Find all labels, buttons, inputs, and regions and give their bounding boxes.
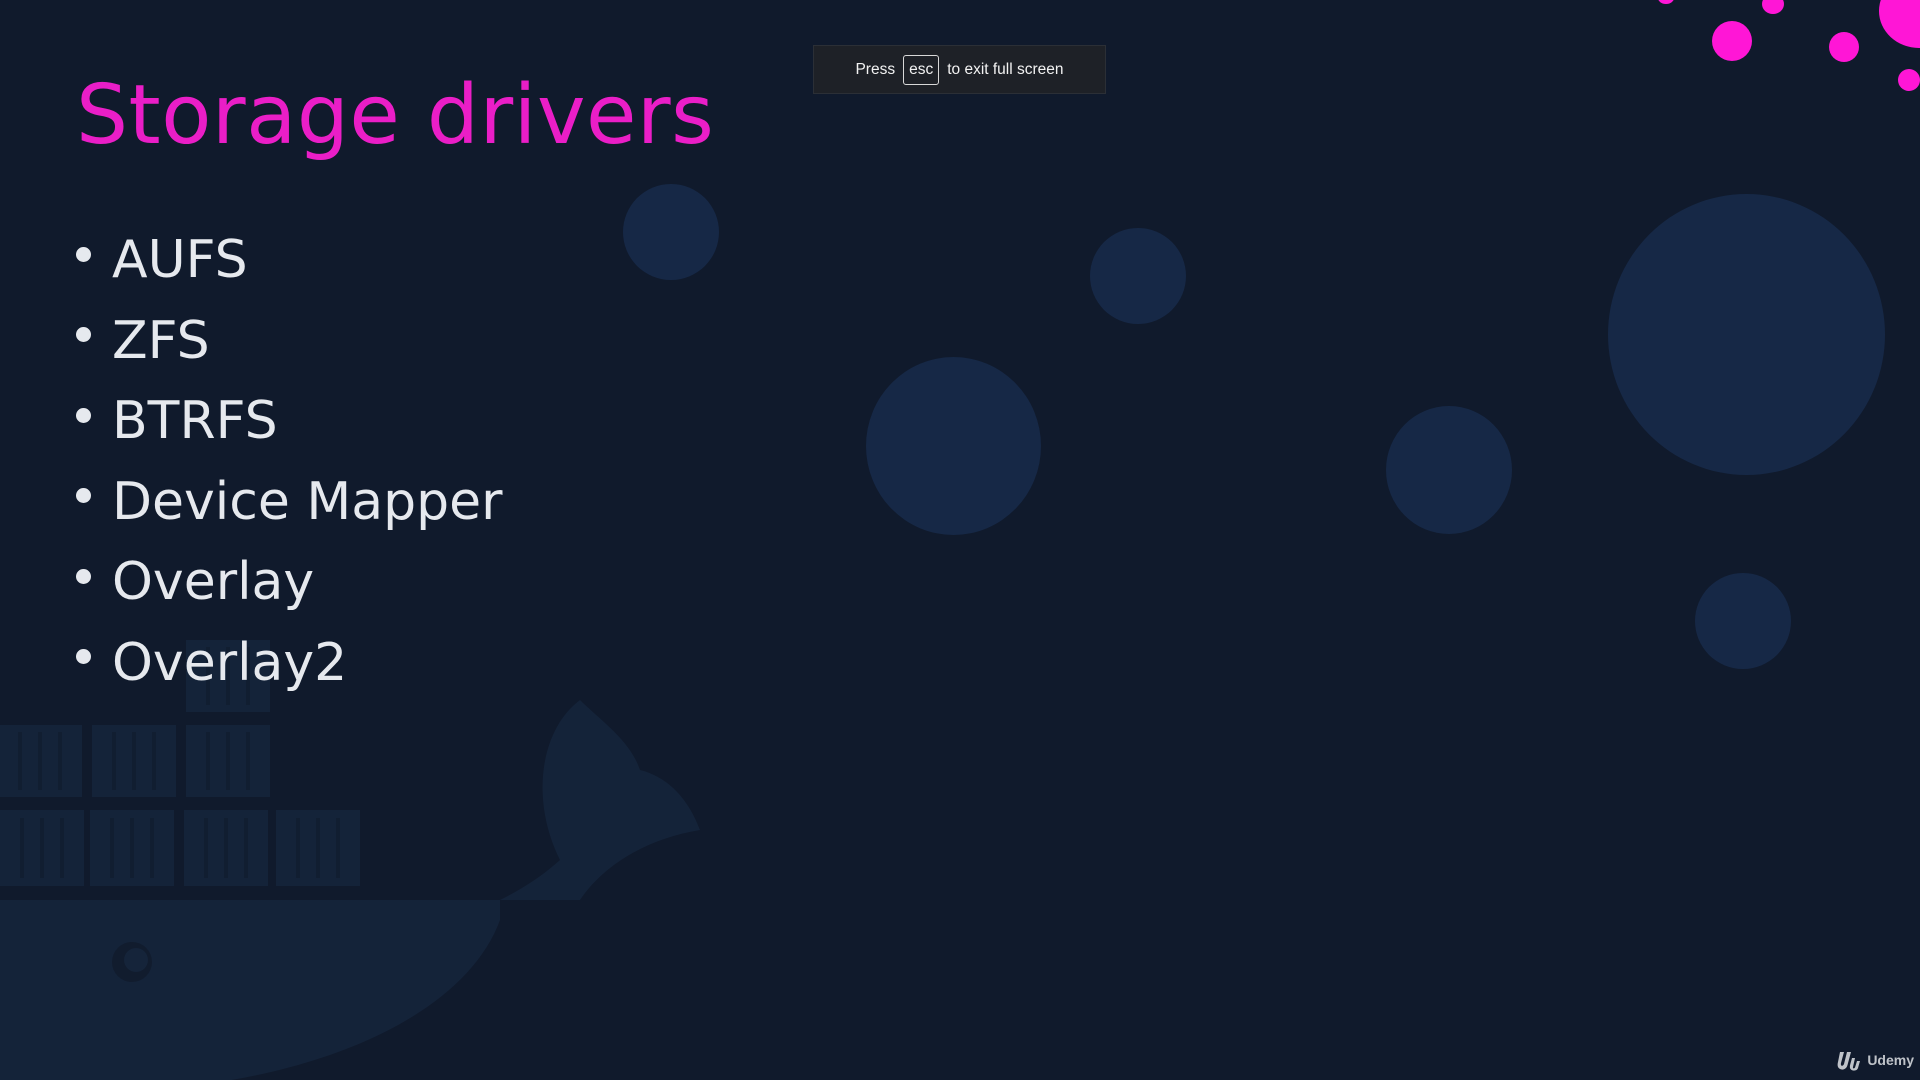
list-item-label: Overlay2: [112, 632, 348, 693]
list-item-label: Overlay: [112, 552, 315, 613]
list-item: ZFS: [76, 301, 502, 382]
accent-dot: [1898, 69, 1920, 91]
fullscreen-notice: Press esc to exit full screen: [813, 45, 1106, 94]
accent-dot: [1712, 21, 1752, 61]
list-item: Overlay2: [76, 623, 502, 704]
decor-circle: [1608, 194, 1885, 475]
bullet-icon: [76, 246, 91, 262]
fullscreen-notice-prefix: Press: [855, 60, 896, 78]
bullet-icon: [76, 649, 91, 665]
bullet-icon: [76, 488, 91, 504]
udemy-brand-name: Udemy: [1867, 1052, 1914, 1068]
bullet-icon: [76, 407, 91, 423]
decor-circle: [866, 357, 1041, 535]
accent-dot: [1829, 32, 1859, 62]
decor-circle: [623, 184, 719, 280]
list-item: AUFS: [76, 220, 502, 301]
list-item-label: Device Mapper: [112, 471, 503, 532]
list-item-label: ZFS: [112, 310, 210, 371]
presentation-slide: Storage drivers AUFS ZFS BTRFS Device Ma…: [0, 0, 1920, 1080]
decor-circle: [1695, 573, 1791, 669]
accent-dot: [1762, 0, 1784, 14]
bullet-icon: [76, 327, 91, 343]
decor-circle: [1090, 228, 1186, 324]
list-item-label: AUFS: [112, 230, 248, 291]
bullet-icon: [76, 568, 91, 584]
esc-key: esc: [903, 54, 940, 85]
udemy-logo-icon: [1837, 1052, 1861, 1071]
list-item-label: BTRFS: [112, 391, 278, 452]
bullet-list: AUFS ZFS BTRFS Device Mapper Overlay Ove…: [76, 220, 502, 703]
accent-dot: [1658, 0, 1674, 4]
slide-title: Storage drivers: [76, 68, 715, 163]
udemy-watermark: Udemy: [1837, 1049, 1914, 1071]
list-item: BTRFS: [76, 381, 502, 462]
list-item: Device Mapper: [76, 462, 502, 543]
accent-dot: [1879, 0, 1920, 48]
list-item: Overlay: [76, 542, 502, 623]
fullscreen-notice-suffix: to exit full screen: [947, 60, 1064, 78]
decor-circle: [1386, 406, 1512, 534]
